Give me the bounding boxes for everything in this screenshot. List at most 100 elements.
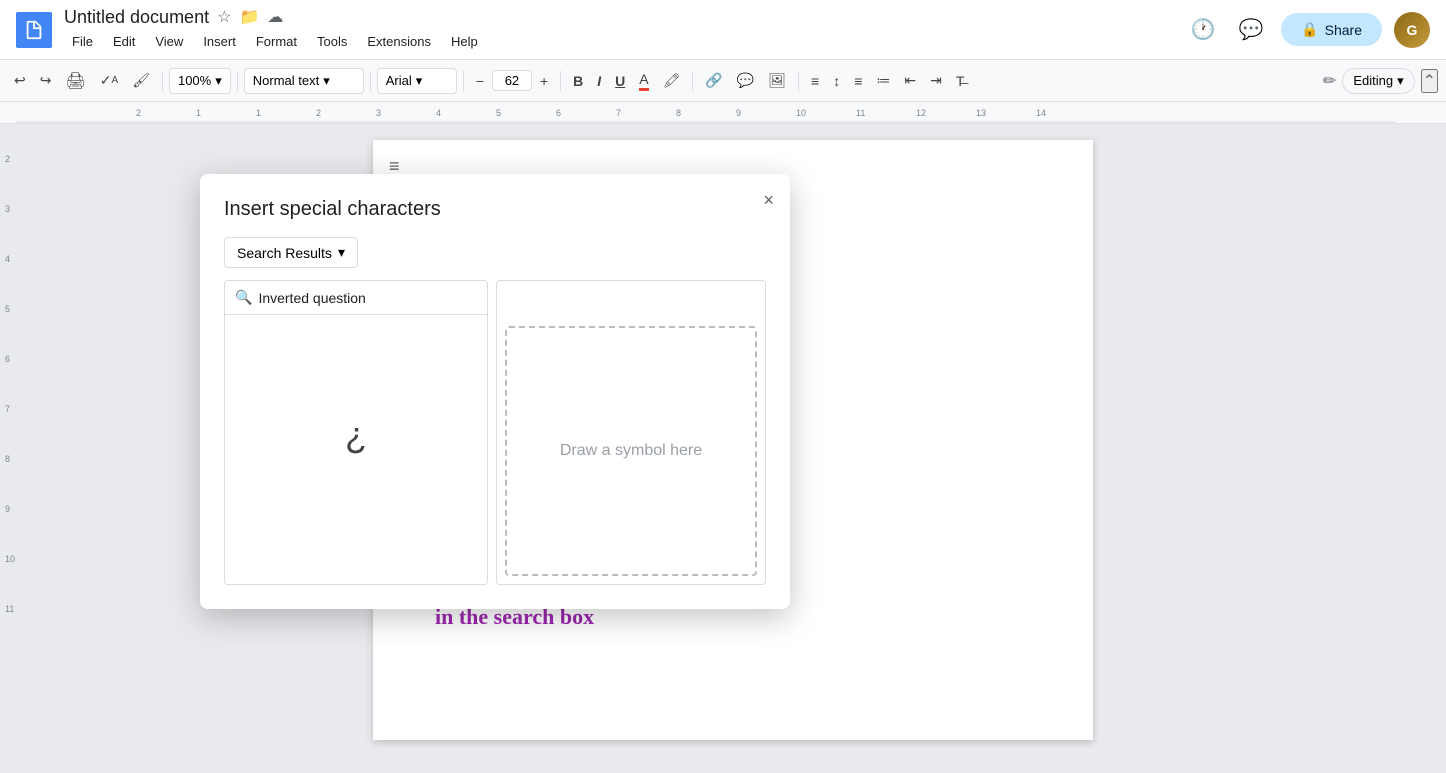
text-style-dropdown[interactable]: Normal text ▾: [244, 68, 364, 94]
decrease-font-button[interactable]: −: [470, 69, 490, 93]
svg-text:10: 10: [796, 108, 806, 118]
increase-font-button[interactable]: +: [534, 69, 554, 93]
toolbar: ↩ ↪ 🖨 ✓A 🖌 100% ▾ Normal text ▾ Arial ▾ …: [0, 60, 1446, 102]
search-panel: 🔍 ¿: [224, 280, 488, 585]
draw-canvas[interactable]: Draw a symbol here: [505, 326, 757, 576]
menu-format[interactable]: Format: [248, 30, 305, 53]
spell-check-button[interactable]: ✓A: [94, 68, 124, 93]
indent-less-button[interactable]: ⇤: [898, 68, 922, 93]
menu-bar: File Edit View Insert Format Tools Exten…: [64, 30, 1185, 53]
separator-2: [237, 71, 238, 91]
separator-6: [692, 71, 693, 91]
highlight-button[interactable]: 🖍: [657, 68, 687, 93]
chevron-down-icon-style: ▾: [323, 73, 330, 89]
draw-panel: 🔍 Draw a symbol here: [496, 280, 766, 585]
svg-text:6: 6: [556, 108, 561, 118]
app-icon: [16, 12, 52, 48]
svg-text:2: 2: [136, 108, 141, 118]
collapse-toolbar-button[interactable]: ⌃: [1421, 69, 1438, 93]
comment-button[interactable]: 💬: [1233, 12, 1269, 48]
redo-button[interactable]: ↪: [34, 68, 58, 93]
share-lock-icon: 🔒: [1301, 21, 1318, 38]
user-avatar[interactable]: G: [1394, 12, 1430, 48]
font-dropdown[interactable]: Arial ▾: [377, 68, 457, 94]
print-button[interactable]: 🖨: [59, 67, 91, 95]
text-style-label: Normal text: [253, 73, 319, 88]
menu-file[interactable]: File: [64, 30, 101, 53]
draw-placeholder-text: Draw a symbol here: [560, 442, 702, 460]
share-button[interactable]: 🔒 Share: [1281, 13, 1382, 46]
separator-7: [798, 71, 799, 91]
history-button[interactable]: 🕐: [1185, 12, 1221, 48]
svg-text:7: 7: [616, 108, 621, 118]
dialog-close-button[interactable]: ×: [763, 190, 774, 211]
svg-text:5: 5: [496, 108, 501, 118]
menu-tools[interactable]: Tools: [309, 30, 355, 53]
underline-button[interactable]: U: [609, 69, 631, 93]
star-icon[interactable]: ☆: [217, 7, 231, 27]
doc-content: ≡ Insert special characters × Search Res…: [20, 124, 1446, 773]
search-input-row: 🔍: [225, 281, 487, 315]
insert-special-characters-dialog: Insert special characters × Search Resul…: [200, 174, 790, 609]
clear-format-button[interactable]: T̶: [950, 69, 971, 93]
menu-extensions[interactable]: Extensions: [359, 30, 439, 53]
doc-title-area: Untitled document ☆ 📁 ☁ File Edit View I…: [64, 7, 1185, 53]
separator-1: [162, 71, 163, 91]
separator-5: [560, 71, 561, 91]
insert-image-button[interactable]: 🖼: [762, 68, 792, 93]
svg-text:14: 14: [1036, 108, 1046, 118]
separator-3: [370, 71, 371, 91]
pencil-icon: ✏: [1323, 71, 1336, 91]
text-color-button[interactable]: A: [633, 67, 654, 95]
svg-text:1: 1: [196, 108, 201, 118]
menu-insert[interactable]: Insert: [195, 30, 244, 53]
top-bar: Untitled document ☆ 📁 ☁ File Edit View I…: [0, 0, 1446, 60]
numbered-list-button[interactable]: ≔: [870, 68, 896, 93]
svg-text:3: 3: [376, 108, 381, 118]
bold-button[interactable]: B: [567, 69, 589, 93]
ruler-svg: 2 1 1 2 3 4 5 6 7 8 9 10 11 12 13 14: [16, 102, 1396, 124]
italic-button[interactable]: I: [591, 69, 607, 93]
align-button[interactable]: ≡: [805, 69, 825, 93]
separator-4: [463, 71, 464, 91]
symbol-result-area: ¿: [225, 315, 487, 555]
menu-help[interactable]: Help: [443, 30, 486, 53]
menu-edit[interactable]: Edit: [105, 30, 143, 53]
chevron-down-icon-editing: ▾: [1397, 73, 1404, 89]
dialog-mode-row: Search Results ▾: [224, 237, 766, 268]
ruler: 2 1 1 2 3 4 5 6 7 8 9 10 11 12 13 14: [0, 102, 1446, 124]
dialog-title: Insert special characters: [224, 198, 766, 221]
font-size-input[interactable]: 62: [492, 70, 532, 91]
paint-format-button[interactable]: 🖌: [126, 68, 156, 93]
svg-text:11: 11: [856, 108, 865, 118]
left-margin: 234567891011: [0, 124, 20, 773]
dialog-panels: 🔍 ¿ 🔍 Draw a symbol here: [224, 280, 766, 585]
search-results-label: Search Results: [237, 245, 332, 261]
cloud-icon[interactable]: ☁: [267, 7, 283, 27]
editing-mode-area: ✏ Editing ▾ ⌃: [1323, 68, 1438, 94]
undo-button[interactable]: ↩: [8, 68, 32, 93]
font-label: Arial: [386, 73, 412, 88]
svg-text:1: 1: [256, 108, 261, 118]
svg-text:13: 13: [976, 108, 986, 118]
editing-dropdown[interactable]: Editing ▾: [1342, 68, 1414, 94]
chevron-down-icon-font: ▾: [416, 73, 423, 89]
chevron-down-icon-dialog: ▾: [338, 244, 345, 261]
svg-text:4: 4: [436, 108, 441, 118]
top-right-actions: 🕐 💬 🔒 Share G: [1185, 12, 1430, 48]
indent-more-button[interactable]: ⇥: [924, 68, 948, 93]
search-input[interactable]: [258, 290, 477, 306]
list-options-button[interactable]: ≡: [848, 69, 868, 93]
menu-view[interactable]: View: [147, 30, 191, 53]
search-results-dropdown[interactable]: Search Results ▾: [224, 237, 358, 268]
line-spacing-button[interactable]: ↕: [827, 69, 846, 93]
doc-title[interactable]: Untitled document: [64, 7, 209, 28]
insert-comment-button[interactable]: 💬: [731, 68, 760, 93]
link-button[interactable]: 🔗: [699, 68, 728, 93]
svg-text:8: 8: [676, 108, 681, 118]
search-icon: 🔍: [235, 289, 252, 306]
zoom-dropdown[interactable]: 100% ▾: [169, 68, 231, 94]
chevron-down-icon: ▾: [215, 73, 222, 89]
folder-icon[interactable]: 📁: [239, 7, 259, 27]
doc-area: 234567891011 ≡ Insert special characters…: [0, 124, 1446, 773]
